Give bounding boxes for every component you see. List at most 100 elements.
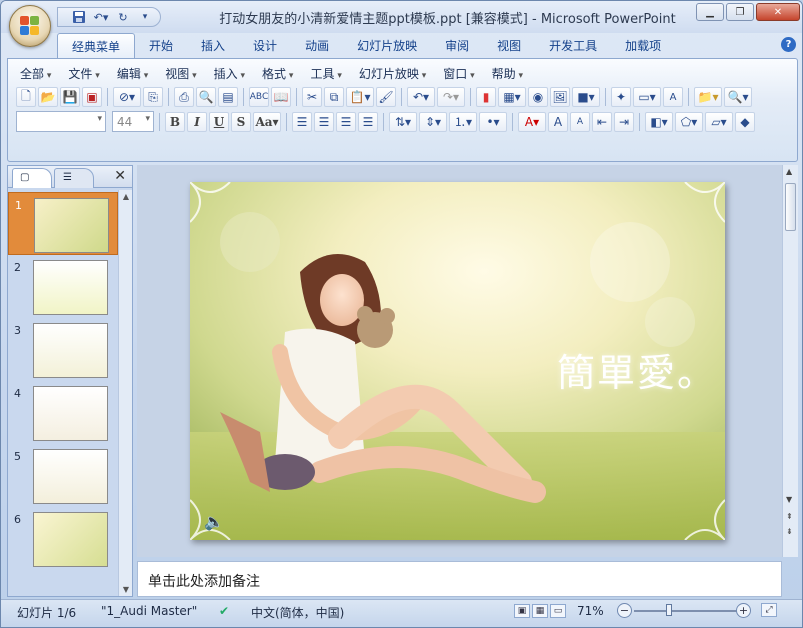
text-direction-icon[interactable]: ⇅▾ (389, 111, 417, 132)
slide-thumbnail[interactable] (33, 449, 108, 504)
menu-item-1[interactable]: 文件 (62, 65, 110, 83)
shape-fill-icon[interactable]: ◆ (735, 111, 755, 132)
slide-sorter-icon[interactable]: ▦ (532, 604, 548, 618)
tab-7[interactable]: 视图 (483, 33, 535, 59)
tab-6[interactable]: 审阅 (431, 33, 483, 59)
menu-item-2[interactable]: 编辑 (111, 65, 159, 83)
menu-item-3[interactable]: 视图 (159, 65, 207, 83)
strikethrough-icon[interactable]: S (231, 111, 251, 132)
zoom-out-icon[interactable]: − (617, 603, 632, 618)
zoom-slider-thumb[interactable] (666, 604, 672, 616)
print-preview-icon[interactable]: 🔍 (196, 87, 216, 107)
attach-icon[interactable]: ⎘ (143, 87, 163, 107)
slide-thumbnail[interactable] (33, 386, 108, 441)
decrease-indent-icon[interactable]: ⇤ (592, 111, 612, 132)
permission-icon[interactable]: ⊘▾ (113, 87, 141, 107)
shrink-font-icon[interactable]: A (570, 111, 590, 132)
close-panel-icon[interactable]: ✕ (114, 168, 126, 184)
slide-thumbnail[interactable] (33, 260, 108, 315)
copy-icon[interactable]: ⧉ (324, 87, 344, 107)
page-setup-icon[interactable]: ▤ (218, 87, 238, 107)
zoom-slider[interactable] (634, 610, 738, 612)
slide-thumbnail[interactable] (33, 512, 108, 567)
arrange-icon[interactable]: ◧▾ (645, 111, 673, 132)
restore-button[interactable]: ❐ (726, 3, 754, 21)
close-button[interactable]: ✕ (756, 3, 800, 21)
align-right-icon[interactable]: ☰ (336, 111, 356, 132)
tab-2[interactable]: 插入 (187, 33, 239, 59)
align-center-icon[interactable]: ☰ (314, 111, 334, 132)
help-icon[interactable]: ? (781, 37, 796, 52)
open-icon[interactable]: 📁▾ (694, 87, 722, 107)
new-file-icon[interactable]: 🗋 (16, 87, 36, 107)
zoom-in-icon[interactable]: + (736, 603, 751, 618)
sound-icon[interactable]: 🔈 (204, 512, 224, 531)
font-name-combo[interactable] (16, 111, 106, 132)
chart-icon[interactable]: ▮ (476, 87, 496, 107)
redo-icon[interactable]: ↷▾ (437, 87, 465, 107)
font-size-combo[interactable]: 44 (112, 111, 154, 132)
grow-font-icon[interactable]: A (548, 111, 568, 132)
slide-thumbnail-row[interactable]: 1 (8, 192, 118, 255)
layout-icon[interactable]: ▭▾ (633, 87, 661, 107)
slide-thumbnail[interactable] (33, 323, 108, 378)
zoom-level[interactable]: 71% (577, 604, 604, 618)
research-icon[interactable]: 📖 (271, 87, 291, 107)
menu-item-4[interactable]: 插入 (208, 65, 256, 83)
paste-icon[interactable]: 📋▾ (346, 87, 374, 107)
text-box-icon[interactable]: A (663, 87, 683, 107)
slide-thumbnail-row[interactable]: 2 (8, 255, 118, 318)
print-icon[interactable]: ⎙ (174, 87, 194, 107)
slide-title-text[interactable]: 簡單愛。 (557, 342, 717, 397)
underline-icon[interactable]: U (209, 111, 229, 132)
tab-9[interactable]: 加载项 (611, 33, 675, 59)
menu-item-5[interactable]: 格式 (256, 65, 304, 83)
menu-item-6[interactable]: 工具 (304, 65, 352, 83)
table-icon[interactable]: ▦▾ (498, 87, 526, 107)
menu-item-8[interactable]: 窗口 (437, 65, 485, 83)
picture-icon[interactable]: 🖼 (550, 87, 570, 107)
spelling-icon[interactable]: ABC (249, 87, 269, 107)
numbering-icon[interactable]: ⒈▾ (449, 111, 477, 132)
office-button[interactable] (9, 5, 51, 47)
slide-thumbnail-row[interactable]: 6 (8, 507, 118, 570)
menu-item-0[interactable]: 全部 (14, 65, 62, 83)
slide-thumbnail-row[interactable]: 4 (8, 381, 118, 444)
bold-icon[interactable]: B (165, 111, 185, 132)
current-slide[interactable]: 簡單愛。 🔈 (190, 182, 725, 540)
cut-icon[interactable]: ✂ (302, 87, 322, 107)
previous-slide-icon[interactable]: ⇞ (786, 512, 793, 521)
open-folder-icon[interactable]: 📂 (38, 87, 58, 107)
panel-scrollbar[interactable]: ▲ ▼ (118, 190, 132, 596)
increase-indent-icon[interactable]: ⇥ (614, 111, 634, 132)
spell-check-icon[interactable]: ✔ (219, 604, 229, 618)
tab-1[interactable]: 开始 (135, 33, 187, 59)
minimize-button[interactable]: ▁ (696, 3, 724, 21)
menu-item-7[interactable]: 幻灯片放映 (353, 65, 437, 83)
menu-item-9[interactable]: 帮助 (486, 65, 534, 83)
zoom-icon[interactable]: 🔍▾ (724, 87, 752, 107)
tab-8[interactable]: 开发工具 (535, 33, 611, 59)
slide-thumbnail-row[interactable]: 3 (8, 318, 118, 381)
bullets-icon[interactable]: •▾ (479, 111, 507, 132)
outline-tab[interactable]: ☰ (54, 168, 94, 188)
change-case-icon[interactable]: Aa▾ (253, 111, 281, 132)
quick-styles-icon[interactable]: ▱▾ (705, 111, 733, 132)
new-slide-icon[interactable]: ✦ (611, 87, 631, 107)
tab-0[interactable]: 经典菜单 (57, 33, 136, 59)
align-left-icon[interactable]: ☰ (292, 111, 312, 132)
slides-tab[interactable]: ▢ (12, 168, 52, 188)
editor-scrollbar[interactable]: ▲ ▼ ⇞ ⇟ (782, 165, 798, 557)
notes-pane[interactable]: 单击此处添加备注 (137, 561, 782, 597)
normal-view-icon[interactable]: ▣ (514, 604, 530, 618)
font-color-icon[interactable]: A▾ (518, 111, 546, 132)
shapes-icon[interactable]: ⬠▾ (675, 111, 703, 132)
format-painter-icon[interactable]: 🖌 (376, 87, 396, 107)
italic-icon[interactable]: I (187, 111, 207, 132)
slide-thumbnail[interactable] (34, 198, 109, 253)
tab-3[interactable]: 设计 (239, 33, 291, 59)
justify-icon[interactable]: ☰ (358, 111, 378, 132)
scroll-thumb[interactable] (785, 183, 796, 231)
save-icon[interactable]: 💾 (60, 87, 80, 107)
slide-thumbnail-row[interactable]: 5 (8, 444, 118, 507)
